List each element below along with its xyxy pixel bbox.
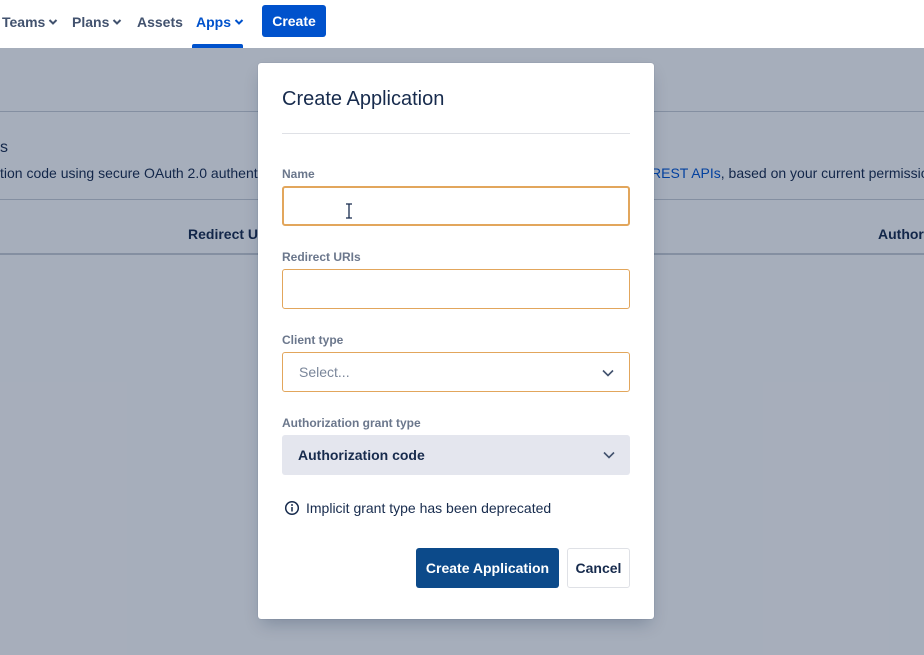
nav-item-label: Assets	[137, 14, 183, 30]
modal-title: Create Application	[282, 88, 445, 110]
chevron-down-icon	[603, 451, 615, 459]
name-input[interactable]	[282, 186, 630, 226]
nav-item-label: Apps	[196, 14, 231, 30]
nav-item-teams[interactable]: Teams	[2, 0, 58, 44]
create-application-button[interactable]: Create Application	[416, 548, 559, 588]
client-type-value: Select...	[299, 364, 350, 380]
grant-type-value: Authorization code	[298, 447, 425, 463]
chevron-down-icon	[113, 19, 122, 25]
nav-item-apps[interactable]: Apps	[196, 0, 244, 44]
nav-item-label: Plans	[72, 14, 110, 30]
nav-item-label: Teams	[2, 14, 46, 30]
redirect-uris-label: Redirect URIs	[282, 250, 361, 264]
create-button[interactable]: Create	[262, 5, 326, 37]
create-application-dialog: Create Application Name Redirect URIs Cl…	[258, 63, 654, 619]
modal-divider	[282, 133, 630, 134]
name-label: Name	[282, 167, 315, 181]
info-icon	[284, 500, 300, 516]
deprecation-text: Implicit grant type has been deprecated	[306, 500, 552, 516]
redirect-uris-input[interactable]	[282, 269, 630, 309]
client-type-select[interactable]: Select...	[282, 352, 630, 392]
nav-item-plans[interactable]: Plans	[72, 0, 122, 44]
top-navigation: Teams Plans Assets Apps Create	[0, 0, 924, 48]
chevron-down-icon	[49, 19, 58, 25]
cancel-button[interactable]: Cancel	[567, 548, 630, 588]
chevron-down-icon	[234, 19, 244, 25]
chevron-down-icon	[602, 369, 614, 377]
client-type-label: Client type	[282, 333, 344, 347]
grant-type-select[interactable]: Authorization code	[282, 435, 630, 475]
nav-item-assets[interactable]: Assets	[137, 0, 183, 44]
text-cursor-icon	[346, 203, 352, 219]
grant-type-label: Authorization grant type	[282, 416, 421, 430]
deprecation-notice: Implicit grant type has been deprecated	[284, 500, 551, 516]
